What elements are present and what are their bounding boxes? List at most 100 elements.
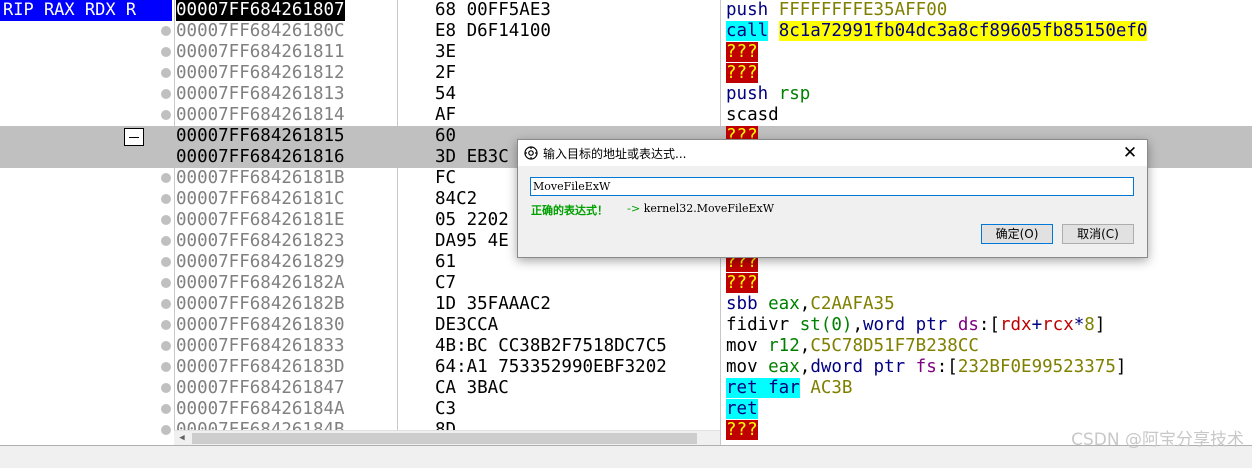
instruction-token: push xyxy=(726,84,769,104)
instruction-token: sbb xyxy=(726,294,758,314)
breakpoint-dot-icon[interactable] xyxy=(161,215,171,225)
row-address[interactable]: 00007FF684261823 xyxy=(176,231,345,252)
disasm-row[interactable]: 00007FF68426182B 1D 35FAAAC2 sbb eax,C2AAF… xyxy=(0,294,1252,315)
row-address[interactable]: 00007FF68426181E xyxy=(176,210,345,231)
breakpoint-dot-icon[interactable] xyxy=(161,173,171,183)
row-address[interactable]: 00007FF684261815 xyxy=(176,126,345,147)
instruction-token: ret xyxy=(726,399,758,419)
row-bytes: 3D EB3C xyxy=(435,147,509,167)
row-address[interactable]: 00007FF68426183D xyxy=(176,357,345,378)
row-instruction[interactable]: push FFFFFFFFE35AFF00 xyxy=(726,0,947,21)
row-bytes: E8 D6F14100 xyxy=(435,21,551,41)
goto-expression-dialog: 输入目标的地址或表达式... ✕ 正确的表达式！ -> kernel32.Mov… xyxy=(517,139,1148,258)
disasm-row[interactable]: 00007FF68426184A C3 ret xyxy=(0,399,1252,420)
expression-status: 正确的表达式！ xyxy=(531,204,608,217)
row-instruction[interactable]: ??? xyxy=(726,420,758,441)
row-address[interactable]: 00007FF684261807 xyxy=(176,0,345,21)
row-address[interactable]: 00007FF68426182A xyxy=(176,273,345,294)
row-address[interactable]: 00007FF684261814 xyxy=(176,105,345,126)
row-instruction[interactable]: call 8c1a72991fb04dc3a8cf89605fb85150ef0 xyxy=(726,21,1148,42)
breakpoint-dot-icon[interactable] xyxy=(161,320,171,330)
breakpoint-dot-icon[interactable] xyxy=(161,404,171,414)
dialog-titlebar[interactable]: 输入目标的地址或表达式... ✕ xyxy=(518,140,1147,166)
row-address[interactable]: 00007FF684261847 xyxy=(176,378,345,399)
disasm-row[interactable]: 00007FF684261833 4B:BC CC38B2F7518DC7C5 mo… xyxy=(0,336,1252,357)
row-address[interactable]: 00007FF684261816 xyxy=(176,147,345,168)
instruction-token: dword ptr xyxy=(810,357,906,377)
disasm-row[interactable]: 00007FF68426182A C7??? xyxy=(0,273,1252,294)
row-bytes: 61 xyxy=(435,252,457,272)
expression-input[interactable] xyxy=(530,177,1134,196)
row-instruction[interactable]: ret far AC3B xyxy=(726,378,852,399)
breakpoint-dot-icon[interactable] xyxy=(161,278,171,288)
row-address[interactable]: 00007FF68426184A xyxy=(176,399,345,420)
disasm-row[interactable]: 00007FF684261811 3E??? xyxy=(0,42,1252,63)
row-address[interactable]: 00007FF684261813 xyxy=(176,84,345,105)
breakpoint-dot-icon[interactable] xyxy=(161,299,171,309)
instruction-token: + xyxy=(1031,315,1043,335)
breakpoint-dot-icon[interactable] xyxy=(161,236,171,246)
row-instruction[interactable]: ret xyxy=(726,399,758,420)
breakpoint-dot-icon[interactable] xyxy=(161,383,171,393)
row-address[interactable]: 00007FF684261829 xyxy=(176,252,345,273)
row-instruction[interactable]: push rsp xyxy=(726,84,810,105)
watermark: CSDN @阿宝分享技术 xyxy=(1071,430,1244,450)
disasm-row[interactable]: 00007FF684261847 CA 3BAC ret far AC3B xyxy=(0,378,1252,399)
instruction-token: ] xyxy=(1094,315,1106,335)
row-address[interactable]: 00007FF684261812 xyxy=(176,63,345,84)
breakpoint-dot-icon[interactable] xyxy=(161,131,171,141)
collapse-toggle[interactable] xyxy=(124,128,144,146)
disasm-row[interactable]: 00007FF68426183D 64:A1 753352990EBF3202 mo… xyxy=(0,357,1252,378)
cancel-button[interactable]: 取消(C) xyxy=(1062,224,1134,244)
row-instruction[interactable]: fidivr st(0),word ptr ds:[rdx+rcx*8] xyxy=(726,315,1105,336)
instruction-token: , xyxy=(852,315,863,335)
row-instruction[interactable]: sbb eax,C2AAFA35 xyxy=(726,294,895,315)
breakpoint-dot-icon[interactable] xyxy=(161,194,171,204)
horizontal-scrollbar[interactable]: ◀ xyxy=(174,430,720,445)
instruction-token: 8c1a72991fb04dc3a8cf89605fb85150ef0 xyxy=(778,21,1148,41)
breakpoint-dot-icon[interactable] xyxy=(161,110,171,120)
row-address[interactable]: 00007FF68426181B xyxy=(176,168,345,189)
row-bytes: C7 xyxy=(435,273,457,293)
breakpoint-dot-icon[interactable] xyxy=(161,68,171,78)
row-bytes: FC xyxy=(435,168,457,188)
instruction-token: rsp xyxy=(768,84,811,104)
instruction-token: scasd xyxy=(726,105,779,125)
disasm-row[interactable]: 00007FF684261812 2F??? xyxy=(0,63,1252,84)
instruction-token: , xyxy=(799,336,811,356)
breakpoint-dot-icon[interactable] xyxy=(161,341,171,351)
row-instruction[interactable]: ??? xyxy=(726,273,758,294)
row-instruction[interactable]: mov r12,C5C78D51F7B238CC xyxy=(726,336,979,357)
breakpoint-dot-icon[interactable] xyxy=(161,257,171,267)
close-icon[interactable]: ✕ xyxy=(1117,142,1143,164)
scrollbar-thumb[interactable] xyxy=(192,433,697,444)
breakpoint-dot-icon[interactable] xyxy=(161,362,171,372)
disasm-row[interactable]: 00007FF68426180C E8 D6F14100 call 8c1a7299… xyxy=(0,21,1252,42)
breakpoint-dot-icon[interactable] xyxy=(161,89,171,99)
row-address[interactable]: 00007FF684261833 xyxy=(176,336,345,357)
row-instruction[interactable]: mov eax,dword ptr fs:[232BF0E99523375] xyxy=(726,357,1126,378)
instruction-token: ??? xyxy=(726,273,758,293)
ok-button[interactable]: 确定(O) xyxy=(981,224,1053,244)
breakpoint-dot-icon[interactable] xyxy=(161,425,171,435)
breakpoint-dot-icon[interactable] xyxy=(161,47,171,57)
target-icon xyxy=(524,146,538,160)
instruction-token: r12 xyxy=(757,336,800,356)
instruction-token: ??? xyxy=(726,42,758,62)
row-instruction[interactable]: ??? xyxy=(726,42,758,63)
disasm-row[interactable]: 00007FF684261807 68 00FF5AE3 push FFFFFFFF… xyxy=(0,0,1252,21)
row-bytes: 68 00FF5AE3 xyxy=(435,0,551,20)
breakpoint-dot-icon[interactable] xyxy=(161,26,171,36)
row-address[interactable]: 00007FF684261830 xyxy=(176,315,345,336)
row-address[interactable]: 00007FF68426181C xyxy=(176,189,345,210)
breakpoint-dot-icon[interactable] xyxy=(161,152,171,162)
row-instruction[interactable]: scasd xyxy=(726,105,779,126)
row-address[interactable]: 00007FF684261811 xyxy=(176,42,345,63)
scroll-left-arrow-icon[interactable]: ◀ xyxy=(174,431,190,445)
disasm-row[interactable]: 00007FF684261814 AF scasd xyxy=(0,105,1252,126)
row-instruction[interactable]: ??? xyxy=(726,63,758,84)
disasm-row[interactable]: 00007FF684261813 54 push rsp xyxy=(0,84,1252,105)
row-address[interactable]: 00007FF68426180C xyxy=(176,21,345,42)
row-address[interactable]: 00007FF68426182B xyxy=(176,294,345,315)
disasm-row[interactable]: 00007FF684261830 DE3CCA fidivr st(0),word … xyxy=(0,315,1252,336)
